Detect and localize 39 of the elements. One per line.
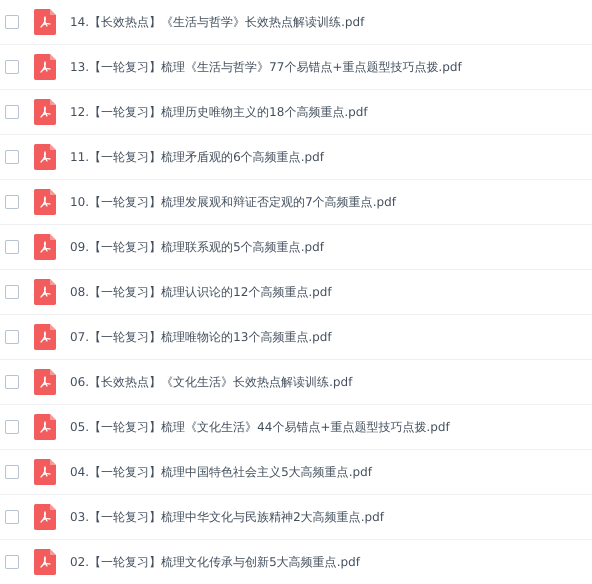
checkbox[interactable] [5,375,19,389]
file-name[interactable]: 09.【一轮复习】梳理联系观的5个高频重点.pdf [70,238,324,256]
file-name[interactable]: 13.【一轮复习】梳理《生活与哲学》77个易错点+重点题型技巧点拨.pdf [70,58,462,76]
checkbox[interactable] [5,510,19,524]
pdf-file-icon [34,144,56,170]
pdf-file-icon [34,369,56,395]
file-name[interactable]: 14.【长效热点】《生活与哲学》长效热点解读训练.pdf [70,13,364,31]
pdf-file-icon [34,99,56,125]
checkbox[interactable] [5,240,19,254]
file-name[interactable]: 08.【一轮复习】梳理认识论的12个高频重点.pdf [70,283,332,301]
checkbox[interactable] [5,105,19,119]
pdf-file-icon [34,324,56,350]
checkbox[interactable] [5,195,19,209]
file-name[interactable]: 06.【长效热点】《文化生活》长效热点解读训练.pdf [70,373,352,391]
checkbox[interactable] [5,150,19,164]
checkbox[interactable] [5,555,19,569]
file-name[interactable]: 04.【一轮复习】梳理中国特色社会主义5大高频重点.pdf [70,463,372,481]
checkbox[interactable] [5,465,19,479]
checkbox[interactable] [5,60,19,74]
checkbox[interactable] [5,285,19,299]
checkbox[interactable] [5,420,19,434]
pdf-file-icon [34,504,56,530]
pdf-file-icon [34,54,56,80]
file-name[interactable]: 11.【一轮复习】梳理矛盾观的6个高频重点.pdf [70,148,324,166]
pdf-file-icon [34,459,56,485]
pdf-file-icon [34,234,56,260]
file-name[interactable]: 10.【一轮复习】梳理发展观和辩证否定观的7个高频重点.pdf [70,193,396,211]
file-name[interactable]: 12.【一轮复习】梳理历史唯物主义的18个高频重点.pdf [70,103,368,121]
checkbox[interactable] [5,330,19,344]
pdf-file-icon [34,189,56,215]
pdf-file-icon [34,9,56,35]
checkbox[interactable] [5,15,19,29]
pdf-file-icon [34,549,56,575]
file-name[interactable]: 07.【一轮复习】梳理唯物论的13个高频重点.pdf [70,328,332,346]
pdf-file-icon [34,414,56,440]
file-name[interactable]: 05.【一轮复习】梳理《文化生活》44个易错点+重点题型技巧点拨.pdf [70,418,450,436]
pdf-file-icon [34,279,56,305]
file-name[interactable]: 02.【一轮复习】梳理文化传承与创新5大高频重点.pdf [70,553,360,571]
file-name[interactable]: 03.【一轮复习】梳理中华文化与民族精神2大高频重点.pdf [70,508,384,526]
